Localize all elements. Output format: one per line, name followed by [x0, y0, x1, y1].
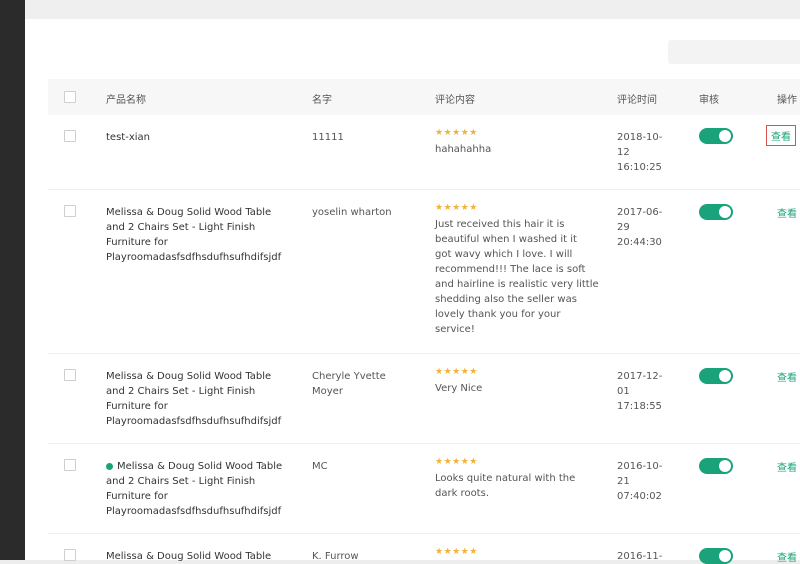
- reviewer-name: yoselin wharton: [312, 207, 392, 218]
- comment-time: 2016-11-: [617, 551, 663, 562]
- star-rating: ★★★★★: [435, 457, 478, 467]
- toggle-knob: [719, 460, 731, 472]
- top-bar: [25, 0, 800, 19]
- comment-time: 2017-12- 01 17:18:55: [617, 371, 663, 412]
- row-checkbox[interactable]: [64, 205, 76, 217]
- approve-toggle[interactable]: [699, 128, 733, 144]
- table-row: Melissa & Doug Solid Wood Table and 2 Ch…: [48, 353, 800, 444]
- table-row: Melissa & Doug Solid Wood Table and 2 Ch…: [48, 189, 800, 354]
- view-button[interactable]: 查看: [766, 125, 796, 146]
- toggle-knob: [719, 130, 731, 142]
- product-name: Melissa & Doug Solid Wood Table and 2 Ch…: [106, 371, 282, 427]
- product-name: Melissa & Doug Solid Wood Table and 2 Ch…: [106, 461, 283, 517]
- header-product-name: 产品名称: [106, 95, 146, 106]
- comment-time: 2018-10- 12 16:10:25: [617, 132, 663, 173]
- header-comment-time: 评论时间: [617, 95, 657, 106]
- select-all-checkbox[interactable]: [64, 91, 76, 103]
- header-review: 审核: [699, 95, 719, 106]
- approve-toggle[interactable]: [699, 368, 733, 384]
- row-checkbox[interactable]: [64, 369, 76, 381]
- row-checkbox[interactable]: [64, 459, 76, 471]
- toggle-knob: [719, 370, 731, 382]
- header-name: 名字: [312, 95, 332, 106]
- reviewer-name: MC: [312, 461, 328, 472]
- view-button[interactable]: 查看: [777, 369, 797, 384]
- toggle-knob: [719, 550, 731, 562]
- product-name: Melissa & Doug Solid Wood Table and 2 Ch…: [106, 207, 282, 263]
- table-row: Melissa & Doug Solid Wood Table and 2 Ch…: [48, 443, 800, 534]
- reviewer-name: 11111: [312, 132, 344, 143]
- star-rating: ★★★★★: [435, 547, 478, 557]
- status-dot: [106, 462, 113, 470]
- left-sidebar: [0, 0, 25, 560]
- row-checkbox[interactable]: [64, 549, 76, 561]
- approve-toggle[interactable]: [699, 548, 733, 564]
- table-header: 产品名称 名字 评论内容 评论时间 审核 操作: [48, 79, 800, 115]
- header-action: 操作: [777, 95, 797, 106]
- comment: ★★★★★ Looks quite natural with the dark …: [435, 457, 576, 499]
- approve-toggle[interactable]: [699, 458, 733, 474]
- comment-time: 2017-06- 29 20:44:30: [617, 207, 663, 248]
- approve-toggle[interactable]: [699, 204, 733, 220]
- table-row: Melissa & Doug Solid Wood Table K. Furro…: [48, 533, 800, 564]
- view-button[interactable]: 查看: [777, 549, 797, 564]
- comment: ★★★★★ Very Nice: [435, 367, 483, 394]
- reviewer-name: Cheryle Yvette Moyer: [312, 371, 386, 397]
- comment: ★★★★★ Just received this hair it is beau…: [435, 203, 599, 335]
- star-rating: ★★★★★: [435, 203, 478, 213]
- header-comment: 评论内容: [435, 95, 475, 106]
- toggle-knob: [719, 206, 731, 218]
- product-name: test-xian: [106, 132, 150, 143]
- view-button[interactable]: 查看: [777, 205, 797, 220]
- product-name: Melissa & Doug Solid Wood Table: [106, 551, 272, 562]
- view-button[interactable]: 查看: [777, 459, 797, 474]
- row-checkbox[interactable]: [64, 130, 76, 142]
- comment: ★★★★★: [435, 547, 478, 557]
- comment: ★★★★★ hahahahha: [435, 128, 492, 155]
- reviewer-name: K. Furrow: [312, 551, 359, 562]
- comment-time: 2016-10- 21 07:40:02: [617, 461, 663, 502]
- search-input[interactable]: [668, 40, 800, 64]
- star-rating: ★★★★★: [435, 128, 478, 138]
- star-rating: ★★★★★: [435, 367, 478, 377]
- table-row: test-xian 11111 ★★★★★ hahahahha 2018-10-…: [48, 115, 800, 190]
